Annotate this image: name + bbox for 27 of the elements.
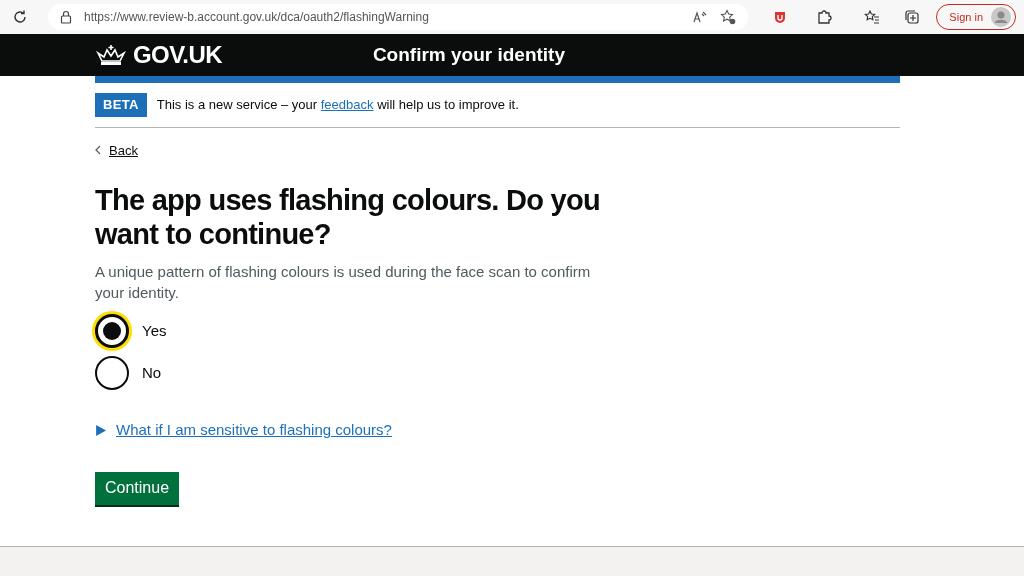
favorites-icon[interactable] xyxy=(864,9,881,25)
puzzle-icon[interactable] xyxy=(816,9,833,25)
url-text: https://www.review-b.account.gov.uk/dca/oauth2/flashingWarning xyxy=(84,9,430,26)
back-link[interactable]: Back xyxy=(95,140,138,160)
radio-label[interactable]: Yes xyxy=(142,319,167,343)
radio-button[interactable] xyxy=(95,356,129,390)
address-bar[interactable]: https://www.review-b.account.gov.uk/dca/oauth2/flashingWarning xyxy=(48,4,749,30)
feedback-link[interactable]: feedback xyxy=(320,97,374,112)
refresh-icon[interactable] xyxy=(12,9,28,25)
hint-text: A unique pattern of flashing colours is used during the face scan to confirm your identity. xyxy=(95,262,592,303)
service-name[interactable]: Confirm your identity xyxy=(372,40,565,70)
disclosure-triangle-icon[interactable] xyxy=(95,424,106,436)
page-heading: The app uses flashing colours. Do you want to continue? xyxy=(95,183,601,251)
beta-tag: BETA xyxy=(95,93,147,117)
govuk-logo-text[interactable]: GOV.UK xyxy=(133,37,222,73)
details-summary-link[interactable]: What if I am sensitive to flashing colours? xyxy=(116,419,392,442)
chevron-left-icon xyxy=(95,145,101,156)
radio-label[interactable]: No xyxy=(142,361,162,385)
crown-icon xyxy=(95,44,127,66)
radio-button[interactable] xyxy=(95,314,129,348)
read-aloud-icon[interactable] xyxy=(692,9,709,25)
lock-icon xyxy=(60,10,72,24)
phase-banner-text: This is a new service – your feedback will help us to improve it. xyxy=(156,96,519,114)
collections-icon[interactable] xyxy=(904,9,921,25)
favorite-add-icon[interactable] xyxy=(720,9,737,25)
continue-button[interactable]: Continue xyxy=(95,471,180,505)
avatar-icon xyxy=(991,7,1011,27)
